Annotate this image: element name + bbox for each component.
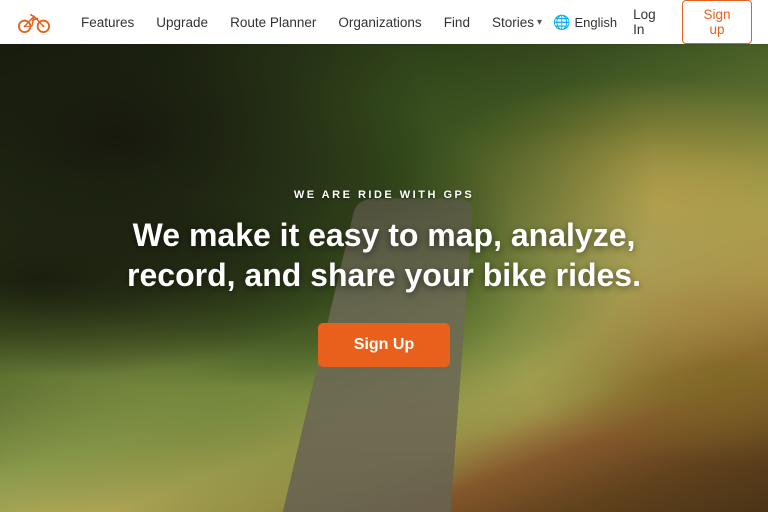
hero-eyebrow: WE ARE RIDE WITH GPS bbox=[124, 189, 644, 201]
language-selector[interactable]: 🌐 English bbox=[553, 14, 617, 31]
nav-right: 🌐 English Log In Sign up bbox=[553, 0, 752, 44]
stories-label: Stories bbox=[492, 15, 534, 30]
nav-item-stories[interactable]: Stories ▾ bbox=[481, 0, 553, 44]
nav-item-organizations[interactable]: Organizations bbox=[327, 0, 432, 44]
hero-section: WE ARE RIDE WITH GPS We make it easy to … bbox=[0, 44, 768, 512]
hero-cta-button[interactable]: Sign Up bbox=[318, 323, 450, 367]
globe-icon: 🌐 bbox=[553, 14, 570, 31]
language-label: English bbox=[574, 15, 617, 30]
hero-title: We make it easy to map, analyze, record,… bbox=[124, 215, 644, 295]
nav-links: Features Upgrade Route Planner Organizat… bbox=[70, 0, 553, 44]
nav-item-find[interactable]: Find bbox=[433, 0, 481, 44]
nav-item-features[interactable]: Features bbox=[70, 0, 145, 44]
chevron-down-icon: ▾ bbox=[537, 17, 542, 28]
nav-item-route-planner[interactable]: Route Planner bbox=[219, 0, 327, 44]
hero-content: WE ARE RIDE WITH GPS We make it easy to … bbox=[124, 189, 644, 367]
signup-button[interactable]: Sign up bbox=[682, 0, 752, 44]
nav-item-upgrade[interactable]: Upgrade bbox=[145, 0, 219, 44]
navbar: Features Upgrade Route Planner Organizat… bbox=[0, 0, 768, 44]
logo[interactable] bbox=[16, 10, 52, 34]
login-button[interactable]: Log In bbox=[627, 7, 672, 37]
